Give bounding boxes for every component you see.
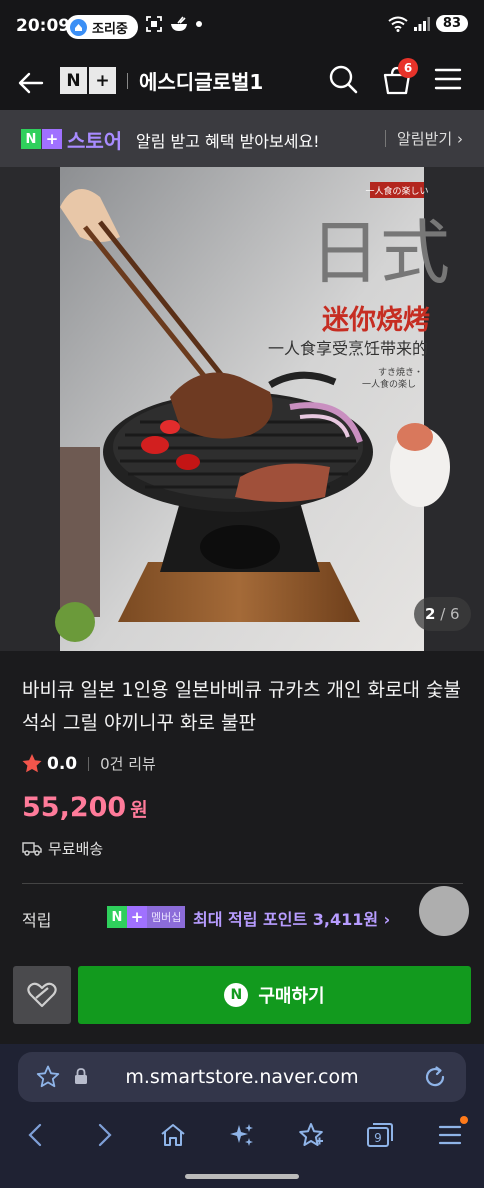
url-text[interactable]: m.smartstore.naver.com (18, 1066, 466, 1088)
truck-icon (22, 842, 42, 856)
star-icon (22, 754, 42, 773)
wishlist-button[interactable] (13, 966, 71, 1024)
menu-icon[interactable] (434, 67, 462, 91)
scan-icon (146, 16, 162, 32)
browser-menu-icon[interactable] (435, 1120, 465, 1150)
logo-plus: + (89, 67, 116, 94)
image-counter: 2 / 6 (414, 597, 471, 631)
purchase-bar: N 구매하기 (0, 948, 484, 1044)
cooking-status-label: 조리중 (92, 21, 128, 37)
store-name[interactable]: 에스디글로벌1 (139, 66, 263, 95)
cooking-status-icon (70, 18, 87, 36)
membership-badge-n: N (107, 906, 127, 928)
image-sub-line: 一人食享受烹饪带来的 (268, 339, 428, 358)
shipping-row: 무료배송 (22, 838, 103, 859)
battery-level: 83 (435, 15, 468, 32)
home-indicator[interactable] (185, 1174, 299, 1179)
store-word: 스토어 (67, 129, 123, 153)
banner-message: 알림 받고 혜택 받아보세요! (136, 132, 320, 151)
back-arrow-icon[interactable] (16, 68, 46, 98)
wifi-icon (388, 16, 408, 32)
store-alert-banner: N + 스토어 알림 받고 혜택 받아보세요! 알림받기 › (0, 110, 484, 167)
app-header: N + 에스디글로벌1 6 (0, 56, 484, 110)
naver-plus-store-logo: N + (21, 129, 62, 149)
rating-divider (88, 756, 90, 771)
banner-logo-plus: + (42, 129, 62, 149)
menu-notification-dot (460, 1116, 468, 1124)
status-bar: 20:09 조리중 83 (0, 0, 484, 56)
signal-icon (413, 16, 430, 31)
heart-icon (27, 982, 57, 1008)
image-index: 2 (425, 605, 436, 623)
search-icon[interactable] (328, 64, 358, 94)
browser-toolbar: m.smartstore.naver.com 9 (0, 1044, 484, 1188)
logo-n: N (60, 67, 87, 94)
reload-icon[interactable] (422, 1064, 448, 1090)
buy-button-label: 구매하기 (258, 986, 325, 1007)
product-price: 55,200 (22, 792, 127, 823)
browser-forward-icon[interactable] (90, 1120, 120, 1150)
browser-home-icon[interactable] (158, 1120, 188, 1150)
rating-score: 0.0 (47, 753, 78, 774)
image-badge-text: 一人食の楽しい (365, 185, 428, 197)
browser-back-icon[interactable] (20, 1120, 50, 1150)
browser-nav-row: 9 (0, 1120, 484, 1156)
membership-badge-plus: + (127, 906, 147, 928)
favorites-star-icon[interactable] (296, 1120, 326, 1150)
cart-count-badge: 6 (398, 58, 418, 78)
shipping-text: 무료배송 (48, 840, 104, 858)
bowl-icon (171, 16, 187, 31)
membership-badge: N + 멤버십 (107, 906, 186, 928)
price-row: 55,200 원 (22, 792, 148, 823)
dot-icon (196, 21, 202, 27)
subscribe-alert-link[interactable]: 알림받기 › (397, 128, 463, 149)
buy-button[interactable]: N 구매하기 (78, 966, 471, 1024)
points-label: 적립 (22, 911, 52, 930)
cooking-status-pill[interactable]: 조리중 (66, 15, 138, 39)
price-unit: 원 (130, 799, 148, 821)
membership-badge-label: 멤버십 (147, 906, 186, 928)
header-divider (127, 72, 128, 89)
product-photo: 一人食の楽しい 日式 迷你烧烤 一人食享受烹饪带来的 すき焼き・ 一人食の楽し (0, 167, 484, 651)
section-divider (22, 883, 463, 884)
product-image-carousel[interactable]: 一人食の楽しい 日式 迷你烧烤 一人食享受烹饪带来的 すき焼き・ 一人食の楽し (0, 167, 484, 651)
address-bar[interactable]: m.smartstore.naver.com (18, 1052, 466, 1102)
naver-plus-logo[interactable]: N + 에스디글로벌1 (60, 66, 263, 95)
banner-logo-n: N (21, 129, 41, 149)
image-red-line: 迷你烧烤 (322, 305, 430, 336)
review-count[interactable]: 0건 리뷰 (100, 753, 156, 774)
image-small-2: 一人食の楽し (362, 378, 416, 390)
max-points-link[interactable]: 최대 적립 포인트 3,411원 › (193, 906, 390, 930)
image-big-chars: 日式 (310, 212, 450, 294)
rating-row[interactable]: 0.0 0건 리뷰 (22, 753, 156, 774)
sparkle-icon[interactable] (227, 1120, 257, 1150)
notification-icons (146, 16, 202, 32)
banner-divider (385, 130, 386, 147)
naver-pay-icon: N (224, 983, 249, 1007)
tab-count: 9 (374, 1131, 382, 1145)
status-time: 20:09 (16, 16, 71, 36)
floating-action-button[interactable] (419, 886, 469, 936)
image-small-1: すき焼き・ (378, 367, 423, 378)
tabs-icon[interactable]: 9 (365, 1120, 395, 1150)
system-icons: 83 (388, 15, 468, 32)
image-total: / 6 (440, 605, 460, 623)
product-title: 바비큐 일본 1인용 일본바베큐 규카츠 개인 화로대 숯불 석쇠 그릴 야끼니… (22, 679, 461, 734)
